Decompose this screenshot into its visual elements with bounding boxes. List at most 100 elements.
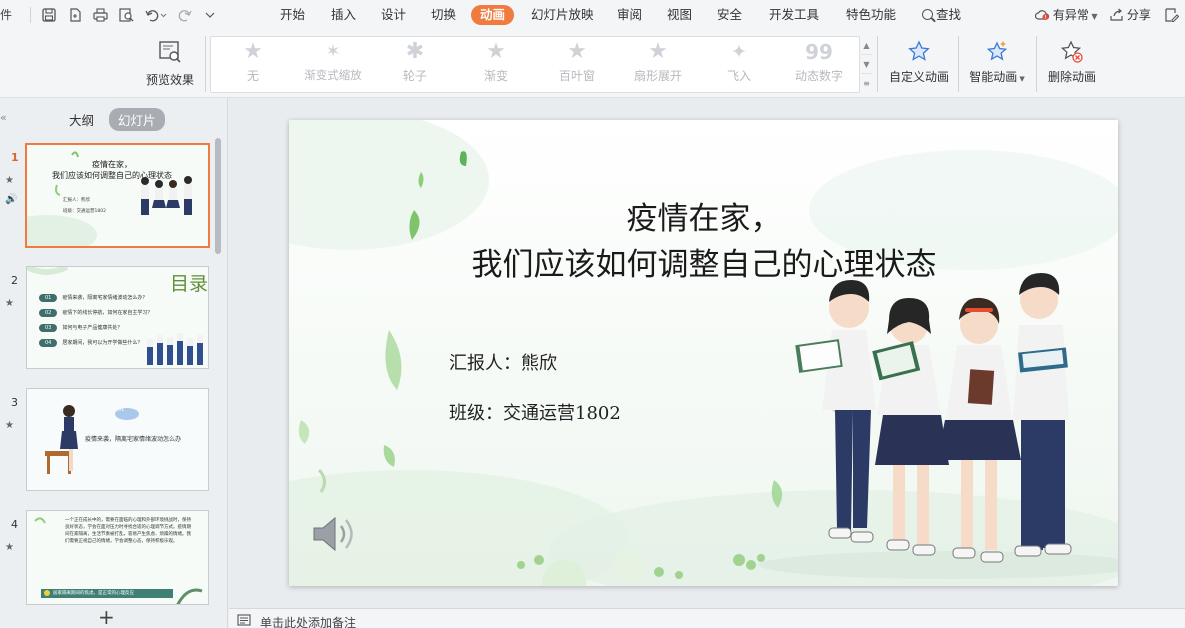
notes-bar[interactable]: 单击此处添加备注 bbox=[229, 608, 1185, 628]
menu-bar: 件 开始 插入 设计 切换 动画 幻灯片放映 审阅 视图 安全 开发工具 特色功… bbox=[0, 0, 1185, 30]
thumb-toc-list: 01 疫情来袭，隔离宅家情绪波动怎么办？ 02 疫情下的线长停航，如何在家自主学习？… bbox=[39, 290, 152, 350]
preview-icon bbox=[159, 41, 181, 63]
collapse-panel-icon[interactable]: « bbox=[0, 111, 7, 124]
animation-none[interactable]: ★ 无 bbox=[213, 37, 293, 94]
undo-icon[interactable] bbox=[143, 6, 169, 24]
search-button[interactable]: 查找 bbox=[922, 5, 961, 25]
animation-fade[interactable]: ★ 渐变 bbox=[456, 37, 536, 94]
save-icon[interactable] bbox=[40, 6, 58, 24]
slide-reporter[interactable]: 汇报人：熊欣 bbox=[449, 349, 557, 375]
export-pdf-icon[interactable] bbox=[66, 6, 84, 24]
anomaly-label: 有异常 bbox=[1052, 8, 1089, 22]
gallery-scroll[interactable]: ▲ ▼ ≡ bbox=[861, 36, 872, 93]
print-icon[interactable] bbox=[91, 6, 109, 24]
smart-animation-label: 智能动画 bbox=[969, 70, 1018, 84]
tab-features[interactable]: 特色功能 bbox=[846, 5, 896, 25]
divider bbox=[30, 7, 31, 23]
delete-animation-button[interactable]: 删除动画 bbox=[1042, 39, 1102, 85]
slide-thumbnail-2[interactable]: 目录 01 疫情来袭，隔离宅家情绪波动怎么办？ 02 疫情下的线长停航，如何在家自主… bbox=[26, 266, 209, 369]
tab-security[interactable]: 安全 bbox=[717, 5, 742, 25]
tab-developer[interactable]: 开发工具 bbox=[769, 5, 819, 25]
editor-area: 疫情在家， 我们应该如何调整自己的心理状态 汇报人：熊欣 班级：交通运营1802 bbox=[229, 98, 1185, 608]
star-icon: ★ bbox=[486, 39, 506, 64]
preview-effect-button[interactable]: 预览效果 bbox=[143, 40, 197, 88]
share-button[interactable]: 分享 bbox=[1110, 5, 1151, 25]
panel-scrollbar[interactable] bbox=[215, 138, 221, 254]
tab-design[interactable]: 设计 bbox=[381, 5, 406, 25]
thumb-class: 班级：交通运营1802 bbox=[63, 209, 106, 214]
redo-icon[interactable] bbox=[176, 6, 194, 24]
tab-slides[interactable]: 幻灯片 bbox=[109, 108, 165, 131]
divider bbox=[877, 36, 878, 92]
animation-label: 无 bbox=[246, 69, 259, 83]
animation-star-icon: ★ bbox=[5, 420, 14, 431]
customize-toolbar-icon[interactable] bbox=[201, 6, 219, 24]
number-icon: 99 bbox=[805, 40, 833, 64]
cloud-warning-icon bbox=[1034, 10, 1050, 20]
slides-panel: « 大纲 幻灯片 1 ★ 🔊 疫情在家， 我们应该如何调整自己的心理状态 汇报人… bbox=[0, 98, 228, 628]
comment-edit-icon[interactable] bbox=[1163, 6, 1181, 24]
slide-thumbnail-4[interactable]: 一个正在成长中的，需要在面临的心理和外部环境挑战时，保持良好状态，学会在面对压力… bbox=[26, 510, 209, 605]
slide-title-line1[interactable]: 疫情在家， bbox=[324, 196, 1084, 242]
star-icon: ★ bbox=[648, 39, 668, 64]
animation-label: 扇形展开 bbox=[633, 69, 682, 83]
animation-label: 渐变式缩放 bbox=[304, 68, 362, 82]
scroll-up-icon[interactable]: ▲ bbox=[861, 36, 872, 55]
current-slide[interactable]: 疫情在家， 我们应该如何调整自己的心理状态 汇报人：熊欣 班级：交通运营1802 bbox=[289, 120, 1118, 586]
slide-class-info[interactable]: 班级：交通运营1802 bbox=[449, 399, 621, 425]
animation-fade-zoom[interactable]: ✶ 渐变式缩放 bbox=[293, 37, 373, 94]
animation-ribbon: 预览效果 ★ 无 ✶ 渐变式缩放 ✱ 轮子 ★ 渐变 ★ 百叶窗 ★ 扇形展开 ✦ 飞入 99… bbox=[0, 30, 1185, 98]
slide-title-line2[interactable]: 我们应该如何调整自己的心理状态 bbox=[324, 242, 1084, 288]
thumb-title: 疫情在家， 我们应该如何调整自己的心理状态 bbox=[27, 159, 197, 181]
chevron-down-icon: ▼ bbox=[1017, 75, 1025, 83]
chevron-down-icon: ▼ bbox=[1088, 12, 1098, 21]
tab-slideshow[interactable]: 幻灯片放映 bbox=[531, 5, 594, 25]
expand-icon[interactable]: ≡ bbox=[861, 74, 872, 93]
thumb-mulu: 目录 bbox=[170, 273, 209, 295]
toc-item: 疫情来袭，隔离宅家情绪波动怎么办？ bbox=[62, 295, 148, 301]
slide-thumbnail-3[interactable]: 01 疫情来袭，隔离宅家情绪波动怎么办 bbox=[26, 388, 209, 491]
file-menu-fragment[interactable]: 件 bbox=[0, 6, 12, 23]
tab-review[interactable]: 审阅 bbox=[617, 5, 642, 25]
tab-home[interactable]: 开始 bbox=[280, 5, 305, 25]
animation-star-icon: ★ bbox=[5, 175, 14, 186]
animation-fly-in[interactable]: ✦ 飞入 bbox=[699, 37, 779, 94]
tab-animations[interactable]: 动画 bbox=[471, 5, 515, 25]
smart-animation-button[interactable]: 智能动画 ▼ bbox=[966, 39, 1028, 85]
toc-num: 01 bbox=[39, 293, 58, 302]
tab-outline[interactable]: 大纲 bbox=[60, 108, 103, 131]
animation-gallery: ★ 无 ✶ 渐变式缩放 ✱ 轮子 ★ 渐变 ★ 百叶窗 ★ 扇形展开 ✦ 飞入 99 动态数字 bbox=[210, 36, 860, 93]
search-icon bbox=[922, 9, 933, 20]
audio-icon[interactable] bbox=[311, 514, 355, 554]
divider bbox=[205, 36, 206, 92]
tab-insert[interactable]: 插入 bbox=[331, 5, 356, 25]
toc-item: 疫情下的线长停航，如何在家自主学习？ bbox=[62, 310, 153, 316]
tab-transitions[interactable]: 切换 bbox=[431, 5, 456, 25]
animation-star-icon: ★ bbox=[5, 298, 14, 309]
star-icon: ★ bbox=[243, 39, 263, 64]
custom-animation-icon bbox=[908, 40, 930, 61]
animation-fan[interactable]: ★ 扇形展开 bbox=[618, 37, 698, 94]
preview-effect-label: 预览效果 bbox=[145, 73, 194, 87]
animation-dynamic-number[interactable]: 99 动态数字 bbox=[779, 37, 859, 94]
audio-icon: 🔊 bbox=[5, 194, 18, 205]
slide-number: 3 bbox=[11, 396, 18, 409]
tab-view[interactable]: 视图 bbox=[667, 5, 692, 25]
anomaly-button[interactable]: 有异常 ▼ bbox=[1034, 5, 1098, 25]
thumb-footer-text: 居家隔离期间的焦虑，是正常的心理反应 bbox=[53, 591, 134, 596]
smart-animation-icon bbox=[986, 41, 1008, 61]
thumb-section-text: 疫情来袭，隔离宅家情绪波动怎么办 bbox=[85, 436, 182, 443]
toc-item: 如何与电子产品健康共处？ bbox=[62, 325, 123, 331]
scroll-down-icon[interactable]: ▼ bbox=[861, 55, 872, 74]
slide-thumbnail-1[interactable]: 疫情在家， 我们应该如何调整自己的心理状态 汇报人：熊欣 班级：交通运营1802 bbox=[25, 143, 210, 248]
animation-blinds[interactable]: ★ 百叶窗 bbox=[537, 37, 617, 94]
animation-label: 渐变 bbox=[483, 69, 508, 83]
thumb-section-num: 01 bbox=[118, 407, 125, 413]
delete-animation-label: 删除动画 bbox=[1047, 70, 1096, 84]
slide-background-art bbox=[289, 120, 1118, 586]
print-preview-icon[interactable] bbox=[117, 6, 135, 24]
thumb-title-line2: 我们应该如何调整自己的心理状态 bbox=[52, 171, 172, 180]
custom-animation-button[interactable]: 自定义动画 bbox=[886, 39, 952, 85]
add-slide-icon[interactable]: + bbox=[98, 605, 115, 628]
animation-wheel[interactable]: ✱ 轮子 bbox=[375, 37, 455, 94]
